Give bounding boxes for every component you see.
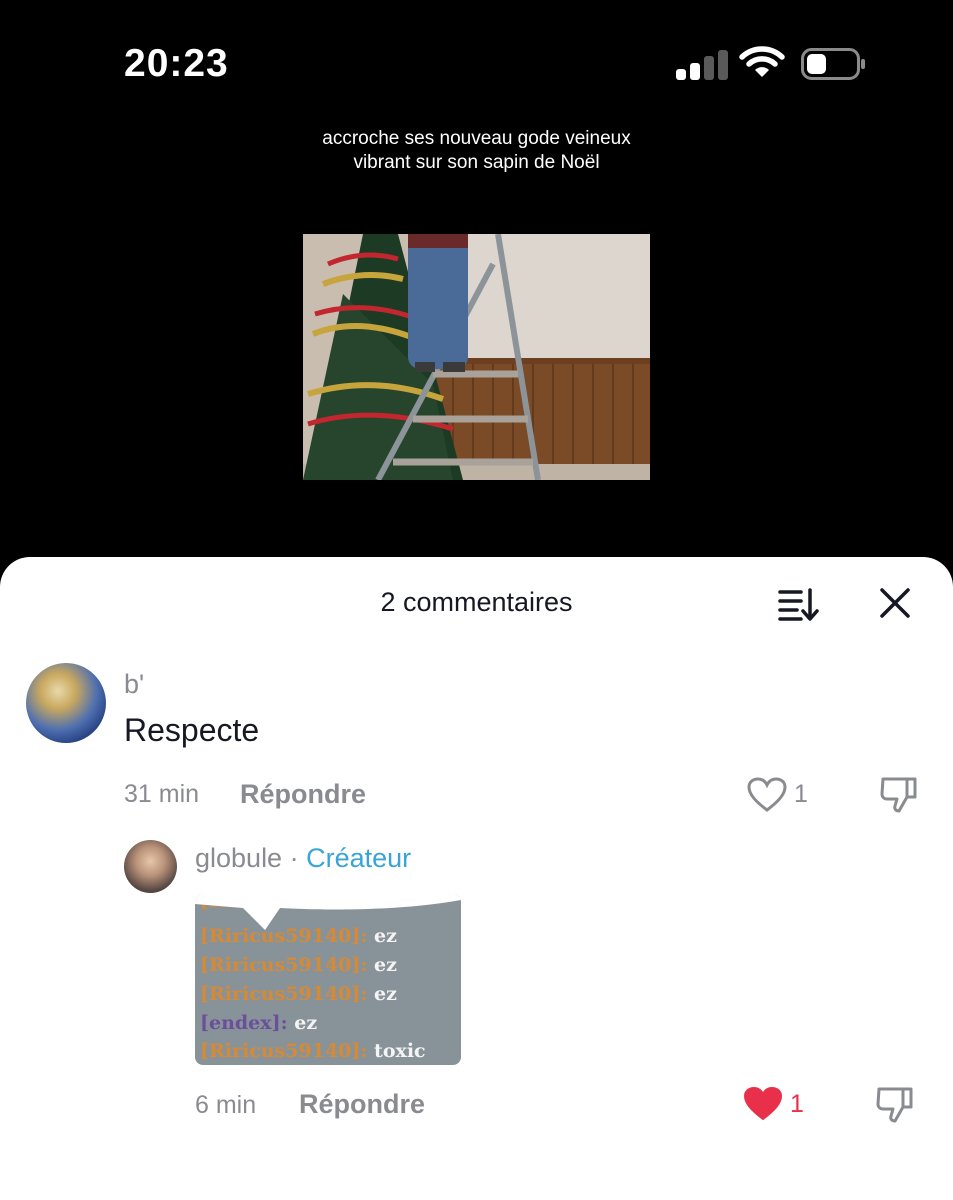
- chat-name: [Riricus59140]:: [200, 954, 368, 976]
- chat-name: [endex]:: [200, 1012, 288, 1034]
- status-time: 20:23: [124, 42, 229, 85]
- caption-line: vibrant sur son sapin de Noël: [353, 152, 600, 173]
- dislike-icon[interactable]: [879, 775, 919, 813]
- chat-name: [Riricus59140]:: [200, 1040, 368, 1062]
- comment-time: 6 min: [195, 1091, 257, 1119]
- comment-username[interactable]: globule: [195, 843, 282, 873]
- sort-icon[interactable]: [777, 586, 819, 622]
- heart-icon[interactable]: [747, 777, 787, 813]
- comments-sheet: 2 commentaires b' Respecte 31 min Répond…: [0, 557, 953, 1200]
- chat-line: [Riricus59140]: ez: [200, 954, 397, 976]
- speech-bubble-overlay: [195, 894, 461, 930]
- chat-msg: toxic: [374, 1040, 426, 1062]
- dislike-icon[interactable]: [875, 1085, 915, 1123]
- chat-msg: ez: [374, 983, 397, 1005]
- comment-image[interactable]: [Riricus59140]: ez [Riricus59140]: ez [R…: [195, 894, 461, 1065]
- reply-button[interactable]: Répondre: [299, 1089, 425, 1120]
- creator-badge: Créateur: [306, 843, 412, 873]
- chat-line: [Riricus59140]: toxic: [200, 1040, 426, 1062]
- heart-icon[interactable]: [743, 1086, 783, 1122]
- avatar[interactable]: [124, 840, 177, 893]
- comment-username-line[interactable]: globule · Créateur: [195, 843, 411, 874]
- chat-line: [endex]: ez: [200, 1012, 317, 1034]
- chat-line: [Riricus59140]: ez: [200, 983, 397, 1005]
- comment-text: Respecte: [124, 712, 260, 748]
- signal-icon: [676, 50, 728, 80]
- battery-icon: [801, 48, 865, 80]
- username-separator: ·: [282, 843, 307, 873]
- chat-name: [Riricus59140]:: [200, 983, 368, 1005]
- avatar[interactable]: [26, 663, 106, 743]
- video-thumbnail[interactable]: [303, 234, 650, 480]
- comment-username[interactable]: b': [124, 669, 144, 700]
- video-scene: [303, 234, 650, 480]
- chat-msg: ez: [374, 954, 397, 976]
- wifi-icon: [739, 46, 785, 77]
- like-count: 1: [794, 780, 808, 808]
- close-icon[interactable]: [878, 586, 912, 620]
- reply-button[interactable]: Répondre: [240, 779, 366, 810]
- video-caption: accroche ses nouveau gode veineux vibran…: [0, 127, 953, 175]
- like-count: 1: [790, 1090, 804, 1118]
- caption-line: accroche ses nouveau gode veineux: [322, 128, 631, 149]
- chat-msg: ez: [294, 1012, 318, 1034]
- comment-time: 31 min: [124, 780, 200, 808]
